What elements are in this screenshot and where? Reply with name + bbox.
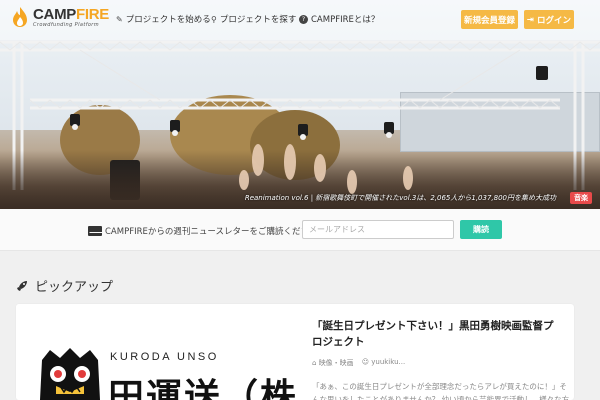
category-badge[interactable]: 音楽 xyxy=(570,192,592,204)
project-image-kanji: 田運送（株 xyxy=(108,376,299,400)
login-button[interactable]: ⇥ ログイン xyxy=(524,10,574,29)
project-author[interactable]: ☺ yuukiku... xyxy=(362,358,406,368)
search-icon: ⚲ xyxy=(211,14,217,24)
logo-text: CAMPFIRE Crowdfunding Platform xyxy=(33,7,109,28)
subscribe-button[interactable]: 購読 xyxy=(460,220,502,239)
project-meta: ⌂ 映像・映画 ☺ yuukiku... xyxy=(312,358,405,368)
question-icon: ? xyxy=(299,14,308,24)
newsletter-bar: CAMPFIREからの週刊ニュースレターをご購読ください 購読 xyxy=(0,209,600,251)
login-icon: ⇥ xyxy=(526,14,535,25)
nav-about-label: CAMPFIREとは？ xyxy=(311,15,380,25)
tag-icon: ⌂ xyxy=(312,359,317,367)
project-title[interactable]: 「誕生日プレゼント下さい！」黒田勇樹映画監督プロジェクト xyxy=(312,318,562,350)
top-nav: CAMPFIRE Crowdfunding Platform ✎ プロジェクトを… xyxy=(0,0,600,40)
nav-start-project[interactable]: ✎ プロジェクトを始める xyxy=(116,13,211,26)
logo-title: CAMPFIRE xyxy=(33,5,109,23)
logo-subtitle: Crowdfunding Platform xyxy=(33,21,100,28)
nav-find-project-label: プロジェクトを探す xyxy=(219,15,297,25)
envelope-icon xyxy=(88,226,102,236)
nav-about[interactable]: ? CAMPFIREとは？ xyxy=(299,13,379,25)
project-image-brand: KURODA UNSO xyxy=(110,351,219,363)
user-icon: ☺ xyxy=(361,358,369,366)
project-category[interactable]: ⌂ 映像・映画 xyxy=(312,358,354,368)
pickup-title: ピックアップ xyxy=(35,280,114,295)
kuroda-mascot-icon xyxy=(40,348,100,400)
nav-start-project-label: プロジェクトを始める xyxy=(125,15,211,25)
newsletter-text: CAMPFIREからの週刊ニュースレターをご購読ください xyxy=(105,227,318,237)
campfire-flame-icon xyxy=(13,7,27,27)
signup-button[interactable]: 新規会員登録 xyxy=(461,10,518,29)
project-image[interactable]: KURODA UNSO 田運送（株 xyxy=(16,304,296,400)
email-input[interactable] xyxy=(302,220,454,239)
rocket-icon xyxy=(17,280,27,291)
hero-caption[interactable]: Reanimation vol.6 | 新宿歌舞伎町で開催されたvol.3は、2… xyxy=(245,193,556,203)
campfire-logo[interactable]: CAMPFIRE Crowdfunding Platform xyxy=(10,6,109,28)
project-description: 「あぁ、この誕生日プレゼントが全部理念だったらアレが買えたのに！」そんな思いをし… xyxy=(312,382,570,400)
edit-icon: ✎ xyxy=(116,14,123,24)
pickup-card[interactable]: KURODA UNSO 田運送（株 「誕生日プレゼント下さい！」黒田勇樹映画監督… xyxy=(16,304,574,400)
nav-find-project[interactable]: ⚲ プロジェクトを探す xyxy=(211,13,297,26)
login-label: ログイン xyxy=(537,15,572,26)
pickup-heading: ピックアップ xyxy=(16,276,113,295)
